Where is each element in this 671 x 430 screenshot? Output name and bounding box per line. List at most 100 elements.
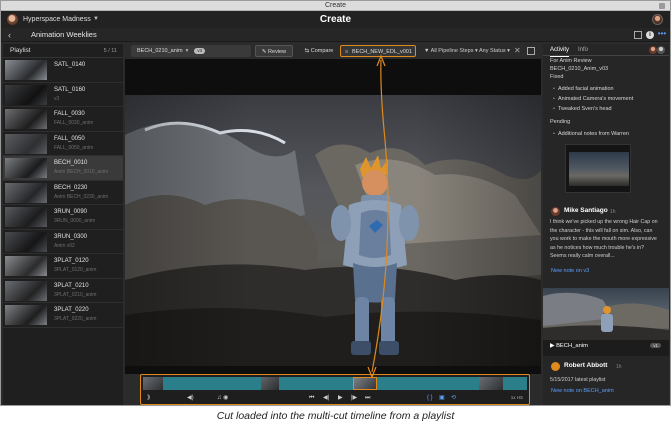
timeline-clip[interactable]	[261, 377, 279, 390]
note-attachment[interactable]	[565, 144, 631, 193]
playlist-item-name: FALL_0030	[54, 111, 85, 117]
list-icon: ≡	[345, 49, 349, 55]
playlist-item-subtitle: 3PLAT_0220_anim	[54, 316, 97, 322]
project-avatar	[7, 14, 18, 25]
playlist-item-name: BECH_0010	[54, 160, 88, 166]
viewer-vignette	[125, 95, 541, 366]
playlist-item-subtitle: FALL_0050_anim	[54, 144, 94, 151]
in-out-icon[interactable]: { }	[427, 392, 433, 404]
playlist-thumbnail	[5, 207, 47, 227]
playlist-thumbnail	[5, 109, 47, 129]
audio-icon[interactable]: ♫ ◉	[217, 392, 228, 404]
window-title: Create	[324, 2, 346, 9]
volume-icon[interactable]: ◀)	[187, 392, 194, 404]
timeline-clip[interactable]	[143, 377, 163, 390]
playlist-item[interactable]: 3PLAT_0210 3PLAT_0210_anim	[3, 279, 123, 303]
note-line: Fixed	[550, 74, 564, 80]
playlist-thumbnail	[5, 60, 47, 80]
cut-label: BECH_NEW_EDL_v001	[352, 49, 412, 55]
participant-avatar	[657, 46, 665, 54]
playlist-item[interactable]: SATL_0140	[3, 58, 123, 83]
camera-icon[interactable]: ▣	[439, 392, 445, 404]
user-avatar[interactable]	[652, 14, 663, 25]
playlist-item-subtitle: Anim v02	[54, 242, 75, 249]
loop-icon[interactable]: ⟲	[451, 392, 456, 404]
chevron-down-icon: ▾	[185, 48, 189, 54]
figure-caption: Cut loaded into the multi-cut timeline f…	[0, 406, 671, 430]
attachment-image	[569, 152, 629, 186]
participant-avatar	[649, 46, 657, 54]
skip-start-icon[interactable]: ⏮	[309, 392, 314, 404]
playlist-count: 5 / 11	[103, 48, 117, 54]
playlist-item-name: 3PLAT_0220	[54, 307, 89, 313]
fixed-item: Tweaked Sven's head	[553, 106, 612, 112]
playlist-item-name: 3PLAT_0120	[54, 258, 89, 264]
playlist-panel: Playlist 5 / 11 SATL_0140 SATL_0160 v3 FALL…	[3, 44, 123, 405]
step-forward-icon[interactable]: |▶	[351, 392, 357, 404]
playlist-item[interactable]: BECH_0010 Anim BECH_0010_anim	[3, 156, 123, 181]
playlist-item[interactable]: BECH_0230 Anim BECH_0230_anim	[3, 181, 123, 205]
zoom-label[interactable]: 1x HS	[511, 392, 523, 404]
playlist-item[interactable]: 3PLAT_0120 3PLAT_0120_anim	[3, 254, 123, 279]
multi-cut-timeline[interactable]: ⟫ ◀) ♫ ◉ ⏮ ◀| ▶ |▶ ⏭ { } ▣ ⟲ 1x HS	[140, 374, 530, 405]
project-switcher[interactable]: Hyperspace Madness	[23, 11, 91, 28]
playlist-thumbnail	[5, 182, 47, 203]
review-button[interactable]: ✎ Review	[255, 45, 293, 57]
info-icon[interactable]: i	[646, 31, 654, 39]
compare-button[interactable]: ⇆ Compare	[299, 45, 339, 57]
playlist-item-subtitle: Anim BECH_0010_anim	[54, 169, 109, 175]
note-line: For Anim Review	[550, 58, 592, 64]
pipeline-filter[interactable]: ▼ All Pipeline Steps ▾ Any Status ▾	[422, 45, 514, 57]
comment-body: 5/15/2017 latest playlist	[550, 377, 606, 383]
timeline-clip[interactable]	[377, 377, 479, 390]
timeline-clip[interactable]	[479, 377, 503, 390]
activity-panel: Activity Info For Anim Review BECH_0210_…	[543, 44, 669, 405]
playlist-item[interactable]: 3PLAT_0220 3PLAT_0220_anim	[3, 303, 123, 328]
grid-view-icon[interactable]	[634, 31, 642, 39]
chevron-down-icon[interactable]: ▼	[93, 11, 99, 28]
back-icon[interactable]: ‹	[8, 28, 11, 42]
tab-activity[interactable]: Activity	[550, 44, 570, 57]
playlist-item-subtitle: 3RUN_0090_anim	[54, 218, 96, 224]
timeline-track[interactable]	[143, 377, 527, 390]
version-thumbnail-art	[543, 292, 669, 340]
expand-icon[interactable]	[527, 47, 535, 55]
timeline-clip[interactable]	[163, 377, 261, 390]
version-card[interactable]: ▶ BECH_anim v1	[543, 288, 669, 356]
note-link[interactable]: New note on v3	[551, 268, 589, 274]
comment-author: Robert Abbott	[564, 362, 608, 369]
panel-tabs: Activity Info	[543, 44, 669, 57]
playlist-item[interactable]: 3RUN_0090 3RUN_0090_anim	[3, 205, 123, 230]
playlist-item-subtitle: FALL_0030_anim	[54, 120, 94, 126]
shot-selector[interactable]: BECH_0210_anim ▾ v3	[131, 45, 251, 57]
version-badge: v3	[194, 47, 206, 54]
timeline-clip[interactable]	[279, 377, 353, 390]
media-viewer[interactable]	[125, 95, 541, 366]
note-link[interactable]: New note on BECH_anim	[551, 388, 614, 394]
playlist-item[interactable]: SATL_0160 v3	[3, 83, 123, 107]
timeline-clip[interactable]	[503, 377, 527, 390]
close-icon[interactable]: ✕	[514, 45, 521, 57]
playlist-item-name: 3RUN_0300	[54, 233, 88, 240]
window-control-icon[interactable]	[659, 3, 665, 9]
playlist-item[interactable]: 3RUN_0300 Anim v02	[3, 230, 123, 254]
more-icon[interactable]: •••	[657, 30, 667, 39]
playlist-title: Playlist	[10, 47, 31, 54]
playlist-item-subtitle: v3	[54, 95, 60, 102]
note-line: BECH_0210_Anim_v03	[550, 66, 609, 72]
cut-selector[interactable]: ≡ BECH_NEW_EDL_v001	[340, 45, 416, 57]
commenter-avatar	[551, 207, 560, 216]
playlist-item[interactable]: FALL_0030 FALL_0030_anim	[3, 107, 123, 132]
play-icon[interactable]: ▶	[338, 392, 343, 404]
pending-item: Additional notes from Warren	[553, 131, 629, 137]
playlist-item-subtitle: 3PLAT_0120_anim	[54, 267, 97, 273]
tab-info[interactable]: Info	[578, 44, 588, 56]
cast-icon[interactable]: ⟫	[147, 392, 150, 404]
skip-end-icon[interactable]: ⏭	[365, 392, 370, 404]
thumb-hair	[603, 306, 611, 314]
timeline-clip-current[interactable]	[353, 377, 377, 390]
step-back-icon[interactable]: ◀|	[323, 392, 329, 404]
playlist-item[interactable]: FALL_0050 FALL_0050_anim	[3, 132, 123, 156]
playlist-thumbnail	[5, 231, 47, 252]
os-title-bar: Create	[1, 1, 670, 11]
